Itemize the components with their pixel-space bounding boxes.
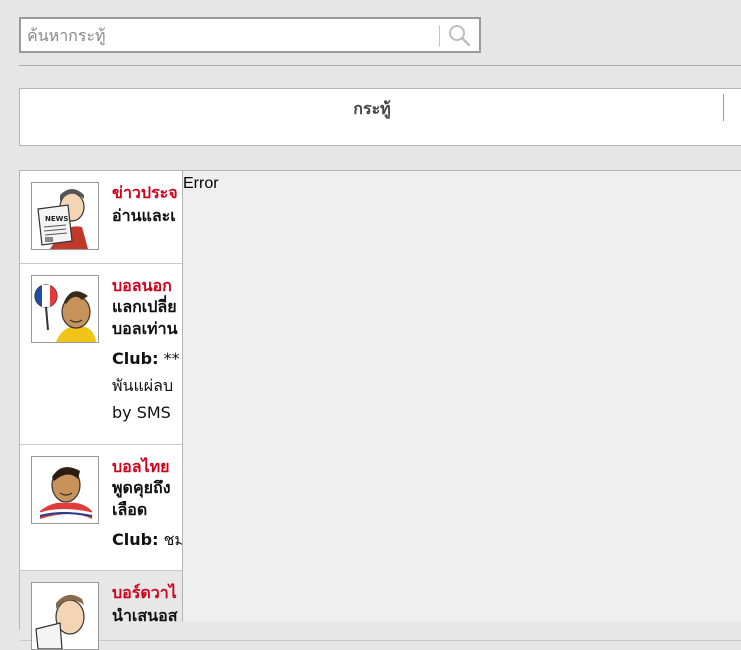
search-box <box>19 17 481 53</box>
avatar <box>31 582 99 650</box>
avatar <box>31 456 99 524</box>
tab-topics[interactable]: กระทู้ <box>20 89 724 129</box>
club-label: Club: <box>112 530 159 549</box>
forum-desc: เลือด <box>112 500 148 519</box>
club-label: Club: <box>112 349 159 368</box>
tab-separator <box>723 94 724 121</box>
forum-desc: อ่านและเ <box>112 206 176 225</box>
french-fan-icon <box>32 276 98 342</box>
svg-text:NEWS: NEWS <box>45 215 68 223</box>
news-reader-icon: NEWS <box>32 183 98 249</box>
forum-desc: แลกเปลี่ย <box>112 297 177 316</box>
club-info: Club: ** <box>112 348 180 370</box>
error-message: Error <box>183 175 219 192</box>
thai-fan-icon <box>32 457 98 523</box>
search-button[interactable] <box>445 22 473 48</box>
error-panel: Error <box>182 170 741 622</box>
club-value: ** <box>163 349 180 368</box>
tab-bar: กระทู้ <box>19 88 741 146</box>
forum-title[interactable]: ข่าวประจ <box>112 181 178 206</box>
avatar: NEWS <box>31 182 99 250</box>
search-icon <box>449 25 471 47</box>
club-info: Club: ชม <box>112 529 185 551</box>
forum-desc: พูดคุยถึง <box>112 478 171 497</box>
forum-extra: พันแผ่ลบ <box>112 376 174 395</box>
search-separator <box>439 25 440 47</box>
forum-extra: by SMS <box>112 403 171 422</box>
man-reading-icon <box>32 583 98 649</box>
avatar <box>31 275 99 343</box>
forum-desc: นำเสนอส <box>112 606 178 625</box>
forum-title[interactable]: บอร์ดวาไ <box>112 581 177 606</box>
header-divider <box>19 65 741 66</box>
search-input[interactable] <box>21 19 435 51</box>
forum-desc: บอลเท่าน <box>112 319 178 338</box>
